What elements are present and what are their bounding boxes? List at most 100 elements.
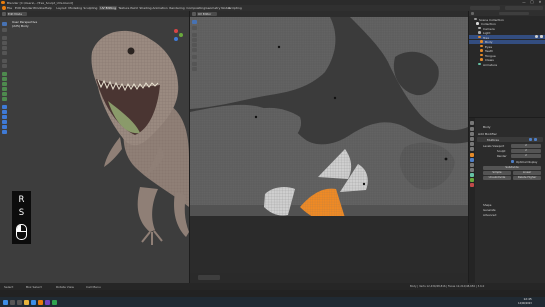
file-explorer-icon[interactable] xyxy=(24,299,29,305)
output-tab-icon[interactable] xyxy=(470,132,474,136)
tab-rendering[interactable]: Rendering xyxy=(168,6,186,11)
advanced-section[interactable]: Advanced xyxy=(483,213,496,217)
data-tab-icon[interactable] xyxy=(470,178,474,182)
move-tool-icon[interactable] xyxy=(2,36,7,40)
uv-scale-tool-icon[interactable] xyxy=(192,43,197,47)
shrink-tool-icon[interactable] xyxy=(2,120,7,124)
render-tab-icon[interactable] xyxy=(470,127,474,131)
render-camera-icon[interactable] xyxy=(540,35,543,38)
uv-rotate-tool-icon[interactable] xyxy=(192,38,197,42)
status-select: Select xyxy=(4,285,14,289)
generate-section[interactable]: Generate xyxy=(483,208,496,212)
shear-tool-icon[interactable] xyxy=(2,125,7,129)
transform-tool-icon[interactable] xyxy=(2,51,7,55)
taskbar: 12:45 14/06/2023 xyxy=(0,297,545,307)
viewport-3d[interactable]: Edit Mode User Perspective (225) Body R … xyxy=(0,11,189,283)
uv-editor[interactable]: UV Editor xyxy=(190,11,468,283)
visibility-eye-icon[interactable] xyxy=(535,35,538,38)
optimal-display-checkbox[interactable] xyxy=(511,160,514,163)
spin-tool-icon[interactable] xyxy=(2,105,7,109)
tab-animation[interactable]: Animation xyxy=(151,6,169,11)
uv-cursor-tool-icon[interactable] xyxy=(192,26,197,30)
scale-tool-icon[interactable] xyxy=(2,46,7,50)
outliner-search-input[interactable] xyxy=(499,11,529,16)
smooth-tool-icon[interactable] xyxy=(2,110,7,114)
start-icon[interactable] xyxy=(3,299,8,305)
uv-toolbar xyxy=(191,18,198,73)
rip-tool-icon[interactable] xyxy=(2,130,7,134)
key-r-label: R xyxy=(18,195,25,205)
add-modifier-label[interactable]: Add Modifier xyxy=(478,132,497,136)
physics-tab-icon[interactable] xyxy=(470,168,474,172)
menu-window[interactable]: Window xyxy=(33,6,45,10)
mode-dropdown[interactable]: Edit Mode xyxy=(7,12,27,16)
tab-texture-paint[interactable]: Texture Paint xyxy=(117,6,139,11)
tab-modeling[interactable]: Modeling xyxy=(67,6,83,11)
outliner-type-icon[interactable] xyxy=(471,12,474,15)
uv-canvas[interactable] xyxy=(190,17,468,216)
inset-tool-icon[interactable] xyxy=(2,77,7,81)
blender-taskbar-icon[interactable] xyxy=(38,299,43,305)
menu-render[interactable]: Render xyxy=(22,6,33,10)
view-layer-selector[interactable] xyxy=(505,6,543,10)
uv-editor-type-icon[interactable] xyxy=(192,12,196,16)
uv-bottom-bar xyxy=(190,273,468,283)
uv-annotate-tool-icon[interactable] xyxy=(192,55,197,59)
mouse-icon xyxy=(16,224,27,240)
camera-icon xyxy=(478,26,481,30)
tab-scripting[interactable]: Scripting xyxy=(227,6,243,11)
outliner-row-armature[interactable]: Armature xyxy=(469,62,545,67)
poly-build-tool-icon[interactable] xyxy=(2,97,7,101)
scene-selector[interactable] xyxy=(470,6,500,10)
measure-tool-icon[interactable] xyxy=(2,64,7,68)
uv-mode-dropdown[interactable]: UV Editor xyxy=(197,12,217,16)
knife-tool-icon[interactable] xyxy=(2,92,7,96)
world-tab-icon[interactable] xyxy=(470,147,474,151)
uv-grab-tool-icon[interactable] xyxy=(192,62,197,66)
display-in-viewport-icon[interactable] xyxy=(529,138,532,141)
uv-transform-tool-icon[interactable] xyxy=(192,48,197,52)
blender-logo-icon xyxy=(1,0,5,5)
constraints-tab-icon[interactable] xyxy=(470,173,474,177)
tool-tab-icon[interactable] xyxy=(470,121,474,125)
uv-select-tool-icon[interactable] xyxy=(192,20,197,24)
editor-type-icon[interactable] xyxy=(2,12,6,16)
tab-sculpting[interactable]: Sculpting xyxy=(82,6,99,11)
outliner: Scene Collection Collection Camera Light… xyxy=(469,11,545,117)
scene-tab-icon[interactable] xyxy=(470,142,474,146)
object-tab-icon[interactable] xyxy=(470,153,474,157)
cursor-tool-icon[interactable] xyxy=(2,28,7,32)
rotate-tool-icon[interactable] xyxy=(2,41,7,45)
uv-relax-tool-icon[interactable] xyxy=(192,67,197,71)
browser-icon[interactable] xyxy=(31,299,36,305)
material-tab-icon[interactable] xyxy=(470,183,474,187)
shape-section[interactable]: Shape xyxy=(483,203,491,207)
bevel-tool-icon[interactable] xyxy=(2,82,7,86)
menu-file[interactable]: File xyxy=(7,6,12,10)
mesh-icon xyxy=(480,49,483,52)
edge-slide-tool-icon[interactable] xyxy=(2,115,7,119)
tab-uv-editing[interactable]: UV Editing xyxy=(99,5,118,11)
blender-menu-icon[interactable] xyxy=(1,6,6,10)
image-selector[interactable] xyxy=(198,275,220,280)
render-levels-field[interactable]: 2 xyxy=(511,153,541,158)
view-layer-tab-icon[interactable] xyxy=(470,137,474,141)
app-icon[interactable] xyxy=(45,299,50,305)
annotate-tool-icon[interactable] xyxy=(2,59,7,63)
task-view-icon[interactable] xyxy=(17,299,22,305)
delete-higher-button[interactable]: Delete Higher xyxy=(513,175,541,180)
particles-tab-icon[interactable] xyxy=(470,163,474,167)
modifier-panel-header[interactable]: Multires xyxy=(477,137,543,142)
loop-cut-tool-icon[interactable] xyxy=(2,87,7,91)
uv-move-tool-icon[interactable] xyxy=(192,33,197,37)
modifier-tab-icon[interactable] xyxy=(470,158,474,162)
select-tool-icon[interactable] xyxy=(2,22,7,26)
menu-edit[interactable]: Edit xyxy=(15,6,21,10)
search-icon[interactable] xyxy=(10,299,15,305)
display-in-render-icon[interactable] xyxy=(534,138,537,141)
extrude-tool-icon[interactable] xyxy=(2,72,7,76)
unsubdivide-button[interactable]: Unsubdivide xyxy=(483,175,511,180)
menu-help[interactable]: Help xyxy=(45,6,52,10)
status-bar: Select Box Select Rotate View Call Menu … xyxy=(0,283,545,297)
app-icon[interactable] xyxy=(52,299,57,305)
